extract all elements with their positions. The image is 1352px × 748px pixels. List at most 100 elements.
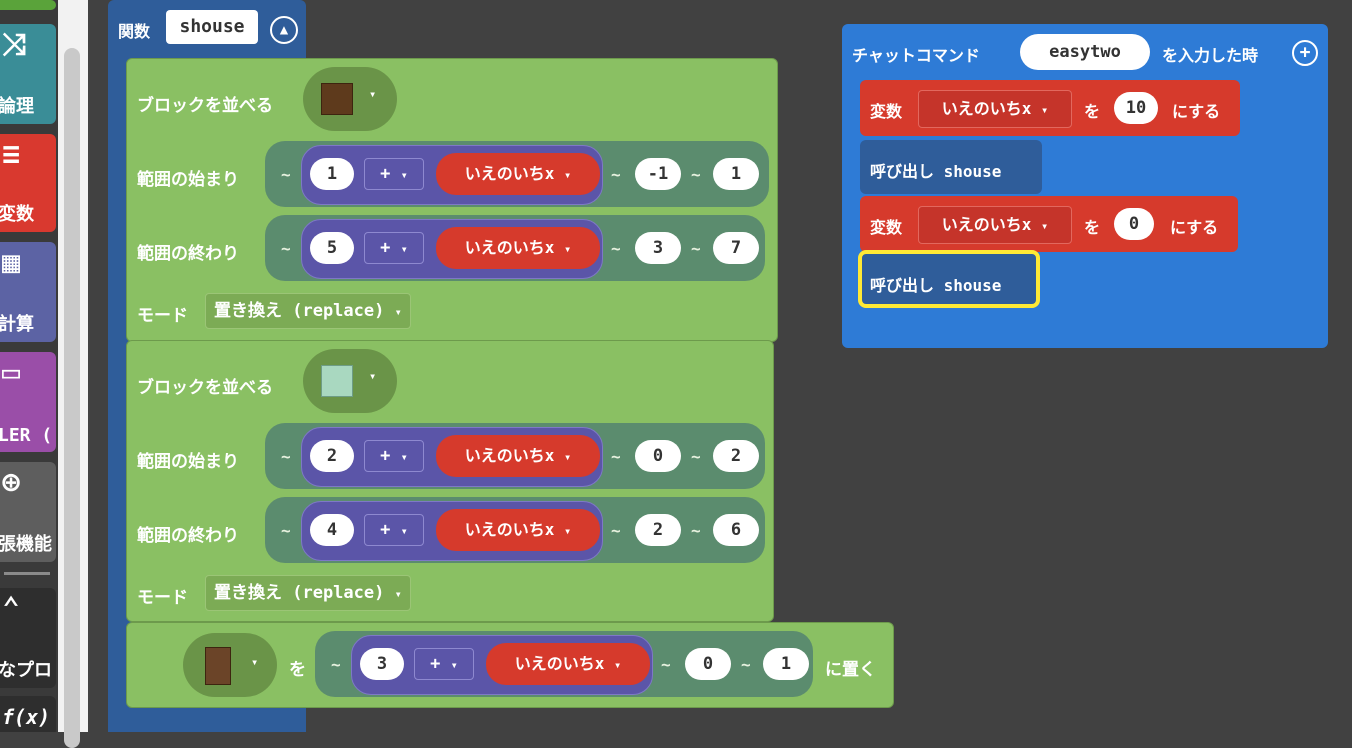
operator-text: + <box>380 446 391 466</box>
category-logic[interactable] <box>0 0 56 10</box>
operator-dropdown[interactable]: + ▾ <box>364 232 424 264</box>
chat-command-block[interactable]: チャットコマンド easytwo を入力した時 + 変数 いえのいちx ▾ を … <box>842 24 1328 348</box>
number-field[interactable]: 7 <box>713 232 759 264</box>
block-selector[interactable]: ▾ <box>303 67 397 131</box>
set-variable-block[interactable]: 変数 いえのいちx ▾ を 10 にする <box>860 80 1240 136</box>
category-logic[interactable]: ⤨ 論理 <box>0 24 56 124</box>
chevron-down-icon: ▾ <box>564 450 572 464</box>
call-function-block[interactable]: 呼び出し shouse <box>860 140 1042 194</box>
add-parameter-icon[interactable]: + <box>1292 40 1318 66</box>
value-field[interactable]: 10 <box>1114 92 1158 124</box>
number-field[interactable]: 5 <box>310 232 354 264</box>
number-field[interactable]: 6 <box>713 514 759 546</box>
variable-name: いえのいちx <box>464 520 555 539</box>
command-text-field[interactable]: easytwo <box>1020 34 1150 70</box>
tilde-z: ~ <box>691 239 701 258</box>
position-start-pill[interactable]: ~ 1 + ▾ いえのいちx ▾ ~ -1 ~ 1 <box>265 141 769 207</box>
variable-dropdown[interactable]: いえのいちx ▾ <box>436 153 600 195</box>
number-field[interactable]: 2 <box>635 514 681 546</box>
fill-blocks-1[interactable]: ブロックを並べる ▾ 範囲の始まり ~ 1 + ▾ いえのいちx ▾ ~ -1 … <box>126 58 778 342</box>
object-particle: を <box>1084 102 1101 121</box>
number-field[interactable]: 2 <box>713 440 759 472</box>
toolbox-scrollbar-thumb[interactable] <box>64 48 80 748</box>
variable-dropdown[interactable]: いえのいちx ▾ <box>436 509 600 551</box>
mode-dropdown[interactable]: 置き換え (replace) ▾ <box>205 293 411 329</box>
category-functions[interactable]: f(x) <box>0 696 56 732</box>
set-suffix: にする <box>1172 102 1221 121</box>
mode-dropdown[interactable]: 置き換え (replace) ▾ <box>205 575 411 611</box>
number-field[interactable]: 3 <box>635 232 681 264</box>
door-block-icon <box>205 647 231 685</box>
variable-keyword: 変数 <box>870 102 903 121</box>
ticket-icon: ▭ <box>2 355 21 390</box>
category-math[interactable]: ▦ 計算 <box>0 242 56 342</box>
operator-dropdown[interactable]: + ▾ <box>364 440 424 472</box>
math-expression[interactable]: 4 + ▾ いえのいちx ▾ <box>301 501 603 561</box>
chevron-down-icon: ▾ <box>1041 219 1049 233</box>
number-value: -1 <box>647 164 669 184</box>
chevron-down-icon[interactable]: ▾ <box>369 87 376 101</box>
position-start-pill[interactable]: ~ 2 + ▾ いえのいちx ▾ ~ 0 ~ 2 <box>265 423 765 489</box>
place-suffix: に置く <box>825 660 876 680</box>
category-advanced[interactable]: ⌃ なプロ <box>0 588 56 688</box>
category-controller[interactable]: ▭ LER ( <box>0 352 56 452</box>
operator-dropdown[interactable]: + ▾ <box>414 648 474 680</box>
category-variables[interactable]: ≡ 変数 <box>0 134 56 232</box>
operator-dropdown[interactable]: + ▾ <box>364 158 424 190</box>
number-field[interactable]: 4 <box>310 514 354 546</box>
fill-blocks-2[interactable]: ブロックを並べる ▾ 範囲の始まり ~ 2 + ▾ いえのいちx ▾ ~ 0 ~… <box>126 340 774 622</box>
place-block[interactable]: ▾ を ~ 3 + ▾ いえのいちx ▾ ~ 0 ~ 1 に置く <box>126 622 894 708</box>
number-field[interactable]: 2 <box>310 440 354 472</box>
call-label: 呼び出し shouse <box>870 162 1002 181</box>
function-name-field[interactable]: shouse <box>166 10 258 44</box>
math-expression[interactable]: 5 + ▾ いえのいちx ▾ <box>301 219 603 279</box>
range-end-label: 範囲の終わり <box>137 526 239 546</box>
variable-name: いえのいちx <box>514 654 605 673</box>
operator-dropdown[interactable]: + ▾ <box>364 514 424 546</box>
category-label: 張機能 <box>0 534 52 555</box>
function-icon: f(x) <box>2 705 51 729</box>
math-expression[interactable]: 3 + ▾ いえのいちx ▾ <box>351 635 653 695</box>
chevron-down-icon: ▾ <box>394 305 402 319</box>
variable-dropdown[interactable]: いえのいちx ▾ <box>436 227 600 269</box>
value-field[interactable]: 0 <box>1114 208 1154 240</box>
number-field[interactable]: 0 <box>635 440 681 472</box>
number-field[interactable]: 1 <box>713 158 759 190</box>
math-expression[interactable]: 2 + ▾ いえのいちx ▾ <box>301 427 603 487</box>
position-end-pill[interactable]: ~ 5 + ▾ いえのいちx ▾ ~ 3 ~ 7 <box>265 215 765 281</box>
object-particle: を <box>289 660 306 680</box>
toolbox: ⤨ 論理 ≡ 変数 ▦ 計算 ▭ LER ( ⊕ 張機能 ⌃ なプロ f(x) <box>0 0 62 732</box>
variable-dropdown[interactable]: いえのいちx ▾ <box>486 643 650 685</box>
number-field[interactable]: 3 <box>360 648 404 680</box>
call-label: 呼び出し shouse <box>870 276 1002 295</box>
number-field[interactable]: 1 <box>763 648 809 680</box>
place-position-pill[interactable]: ~ 3 + ▾ いえのいちx ▾ ~ 0 ~ 1 <box>315 631 813 697</box>
math-expression[interactable]: 1 + ▾ いえのいちx ▾ <box>301 145 603 205</box>
variable-dropdown[interactable]: いえのいちx ▾ <box>918 90 1072 128</box>
category-extensions[interactable]: ⊕ 張機能 <box>0 462 56 562</box>
call-function-block-selected[interactable]: 呼び出し shouse <box>858 250 1040 308</box>
set-variable-block[interactable]: 変数 いえのいちx ▾ を 0 にする <box>860 196 1238 252</box>
position-end-pill[interactable]: ~ 4 + ▾ いえのいちx ▾ ~ 2 ~ 6 <box>265 497 765 563</box>
number-field[interactable]: -1 <box>635 158 681 190</box>
tilde-y: ~ <box>661 655 671 674</box>
number-value: 3 <box>652 238 664 258</box>
tilde-z: ~ <box>691 447 701 466</box>
number-field[interactable]: 0 <box>685 648 731 680</box>
chat-command-suffix: を入力した時 <box>1162 46 1259 65</box>
mode-value: 置き換え (replace) <box>214 301 385 321</box>
block-selector[interactable]: ▾ <box>303 349 397 413</box>
block-selector[interactable]: ▾ <box>183 633 277 697</box>
variable-dropdown[interactable]: いえのいちx ▾ <box>918 206 1072 244</box>
add-circle-icon: ⊕ <box>2 465 21 500</box>
chevron-down-icon[interactable]: ▾ <box>369 369 376 383</box>
chevron-down-icon: ▾ <box>400 168 408 182</box>
variable-name: いえのいちx <box>941 215 1032 234</box>
operator-text: + <box>380 164 391 184</box>
collapse-icon[interactable]: ▲ <box>270 16 298 44</box>
number-value: 3 <box>376 654 388 674</box>
variable-dropdown[interactable]: いえのいちx ▾ <box>436 435 600 477</box>
number-field[interactable]: 1 <box>310 158 354 190</box>
chevron-down-icon[interactable]: ▾ <box>251 655 258 669</box>
chevron-down-icon: ▾ <box>450 658 458 672</box>
